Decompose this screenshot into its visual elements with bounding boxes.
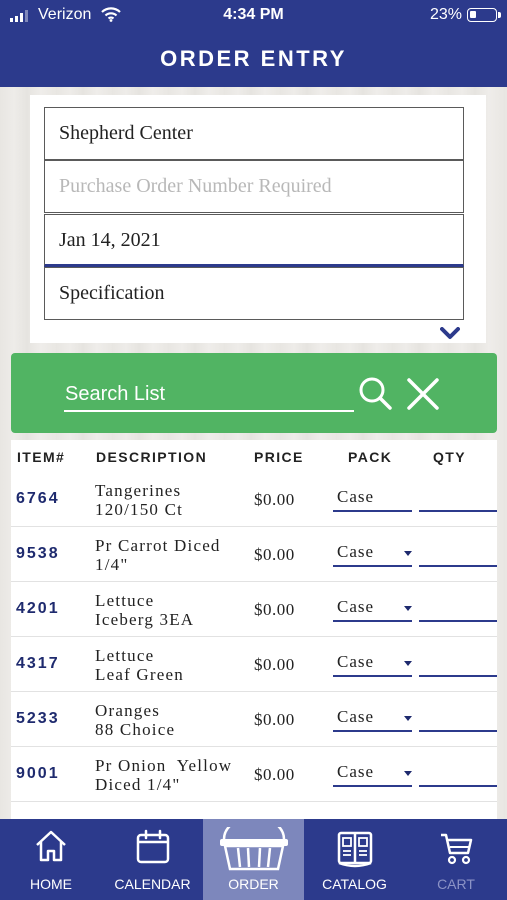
column-header-item: ITEM# — [17, 449, 66, 465]
pack-select[interactable]: Case — [333, 597, 412, 622]
quantity-input[interactable] — [419, 542, 497, 567]
battery-percent: 23% — [430, 6, 463, 23]
battery-icon — [467, 8, 501, 22]
dropdown-caret-icon — [404, 716, 412, 721]
tab-catalog[interactable]: CATALOG — [304, 819, 405, 900]
basket-icon — [220, 827, 288, 871]
table-row[interactable]: 4201 Lettuce Iceberg 3EA $0.00 Case — [11, 582, 497, 637]
item-description: Pr Carrot Diced 1/4" — [95, 536, 221, 574]
pack-select[interactable]: Case — [333, 542, 412, 567]
tab-home[interactable]: HOME — [0, 819, 102, 900]
table-row[interactable]: 9001 Pr Onion Yellow Diced 1/4" $0.00 Case — [11, 747, 497, 802]
page-title: ORDER ENTRY — [0, 30, 507, 87]
item-price: $0.00 — [254, 545, 295, 564]
pack-select[interactable]: Case — [333, 487, 412, 512]
product-table: ITEM# DESCRIPTION PRICE PACK QTY 6764 Tan… — [11, 440, 497, 820]
specification-field[interactable]: Specification — [44, 267, 464, 320]
tab-order-label: ORDER — [228, 876, 279, 892]
tab-home-label: HOME — [30, 876, 72, 892]
calendar-icon — [136, 829, 170, 864]
dropdown-caret-icon — [404, 661, 412, 666]
column-header-qty: QTY — [433, 449, 466, 465]
column-header-description: DESCRIPTION — [96, 449, 208, 465]
item-number: 9538 — [16, 545, 60, 562]
date-field[interactable]: Jan 14, 2021 — [44, 214, 464, 267]
home-icon — [36, 830, 66, 862]
table-row[interactable]: 6764 Tangerines 120/150 Ct $0.00 Case — [11, 472, 497, 527]
tab-bar: HOME CALENDAR ORDER CATALOG CART — [0, 819, 507, 900]
quantity-input[interactable] — [419, 652, 497, 677]
item-price: $0.00 — [254, 765, 295, 784]
pack-value: Case — [337, 487, 375, 506]
pack-select[interactable]: Case — [333, 762, 412, 787]
item-number: 6764 — [16, 490, 60, 507]
dropdown-caret-icon — [404, 771, 412, 776]
close-icon[interactable] — [406, 377, 440, 411]
dropdown-caret-icon — [404, 551, 412, 556]
item-description: Tangerines 120/150 Ct — [95, 481, 184, 519]
tab-calendar-label: CALENDAR — [114, 876, 191, 892]
table-row[interactable]: 9538 Pr Carrot Diced 1/4" $0.00 Case — [11, 527, 497, 582]
item-price: $0.00 — [254, 710, 295, 729]
quantity-input[interactable] — [419, 487, 497, 512]
item-price: $0.00 — [254, 600, 295, 619]
quantity-input[interactable] — [419, 597, 497, 622]
pack-value: Case — [337, 542, 375, 561]
tab-cart[interactable]: CART — [405, 819, 507, 900]
cart-icon — [441, 833, 473, 865]
quantity-input[interactable] — [419, 762, 497, 787]
tab-catalog-label: CATALOG — [322, 876, 387, 892]
item-description: Lettuce Leaf Green — [95, 646, 184, 684]
column-header-pack: PACK — [348, 449, 393, 465]
tab-cart-label: CART — [437, 876, 475, 892]
item-description: Pr Onion Yellow Diced 1/4" — [95, 756, 233, 794]
pack-select[interactable]: Case — [333, 652, 412, 677]
pack-value: Case — [337, 707, 375, 726]
search-icon[interactable] — [357, 375, 393, 411]
item-price: $0.00 — [254, 490, 295, 509]
column-header-price: PRICE — [254, 449, 304, 465]
item-description: Oranges 88 Choice — [95, 701, 176, 739]
quantity-input[interactable] — [419, 707, 497, 732]
dropdown-caret-icon — [404, 606, 412, 611]
item-number: 4317 — [16, 655, 60, 672]
tab-order[interactable]: ORDER — [203, 819, 304, 900]
po-number-field[interactable]: Purchase Order Number Required — [44, 160, 464, 213]
item-number: 5233 — [16, 710, 60, 727]
item-number: 9001 — [16, 765, 60, 782]
pack-value: Case — [337, 762, 375, 781]
status-bar: Verizon 4:34 PM 23% — [0, 0, 507, 30]
item-number: 4201 — [16, 600, 60, 617]
chevron-down-icon[interactable] — [440, 327, 460, 341]
pack-select[interactable]: Case — [333, 707, 412, 732]
item-price: $0.00 — [254, 655, 295, 674]
customer-field[interactable]: Shepherd Center — [44, 107, 464, 160]
catalog-icon — [337, 831, 373, 868]
pack-value: Case — [337, 597, 375, 616]
tab-calendar[interactable]: CALENDAR — [102, 819, 203, 900]
item-description: Lettuce Iceberg 3EA — [95, 591, 195, 629]
pack-value: Case — [337, 652, 375, 671]
search-input[interactable] — [64, 378, 354, 412]
table-row[interactable]: 5233 Oranges 88 Choice $0.00 Case — [11, 692, 497, 747]
table-header: ITEM# DESCRIPTION PRICE PACK QTY — [11, 440, 497, 472]
table-row[interactable]: 4317 Lettuce Leaf Green $0.00 Case — [11, 637, 497, 692]
